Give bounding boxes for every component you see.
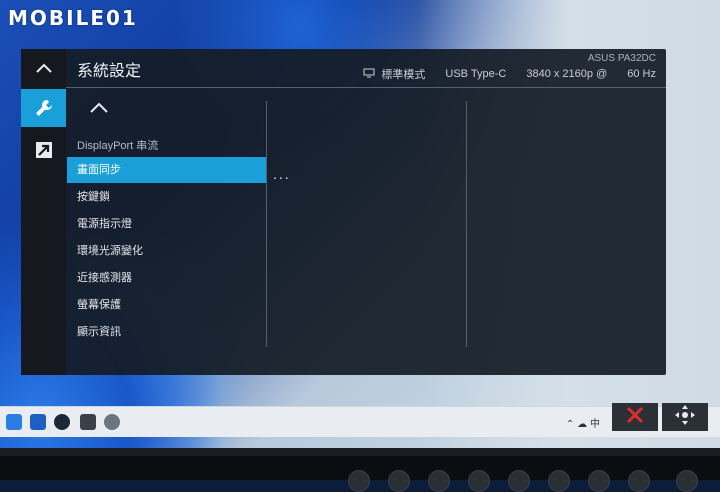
close-button[interactable] [612,403,658,431]
menu-scroll-up-icon[interactable] [89,101,109,119]
divider-vertical-2 [466,101,467,347]
menu-item-display-info[interactable]: 顯示資訊 [67,319,266,345]
hardware-button-4[interactable] [468,470,490,492]
rail-system-setup-button[interactable] [21,89,66,127]
osd-title: 系統設定 [77,63,142,80]
resolution: 3840 x 2160p @ [526,68,608,80]
wrench-icon [34,98,54,118]
app-icon-1[interactable] [30,414,46,430]
section-label: DisplayPort 串流 [77,140,159,152]
monitor-model: ASUS PA32DC [587,53,656,64]
rail-shortcut-button[interactable] [21,131,66,169]
steam-icon[interactable] [54,414,70,430]
navigate-button[interactable] [662,403,708,431]
start-icon[interactable] [6,414,22,430]
tray-arrow-icon[interactable]: ⌃ [566,419,574,430]
app-icon-3[interactable] [80,414,96,430]
watermark-logo: MOBILE01 [8,6,138,30]
preset-mode: 標準模式 [363,66,425,82]
hardware-button-2[interactable] [388,470,410,492]
menu-item-screen-saver[interactable]: 螢幕保護 [67,292,266,318]
rail-up-button[interactable] [21,49,66,87]
divider-horizontal [66,87,666,88]
refresh-rate: 60 Hz [627,68,656,80]
close-icon [625,405,645,430]
hardware-button-8[interactable] [628,470,650,492]
monitor-icon [363,68,375,81]
system-tray: ⌃ ☁ 中 [566,415,600,430]
hardware-button-5[interactable] [508,470,530,492]
arrow-diagonal-icon [35,141,53,159]
menu-item-ambient-light[interactable]: 環境光源變化 [67,238,266,264]
divider-vertical-1 [266,101,267,347]
hardware-button-1[interactable] [348,470,370,492]
cloud-icon[interactable]: ☁ [577,419,587,430]
osd-left-rail [21,49,66,375]
hardware-button-6[interactable] [548,470,570,492]
gear-icon[interactable] [104,414,120,430]
menu-item-proximity-sensor[interactable]: 近接感測器 [67,265,266,291]
hardware-button-3[interactable] [428,470,450,492]
osd-status: ASUS PA32DC 標準模式 USB Type-C 3840 x 2160p… [363,53,656,82]
menu-item-screen-sync[interactable]: 畫面同步 [67,157,266,183]
hardware-button-7[interactable] [588,470,610,492]
menu-item-power-indicator[interactable]: 電源指示燈 [67,211,266,237]
preset-mode-label: 標準模式 [381,69,426,81]
input-source: USB Type-C [445,68,507,80]
submenu-indicator: ... [273,166,291,182]
menu-item-key-lock[interactable]: 按鍵鎖 [67,184,266,210]
navigate-icon [674,404,696,431]
osd-menu: 系統設定 ASUS PA32DC 標準模式 USB Type-C 3840 x … [21,49,666,375]
chevron-up-icon [35,62,53,74]
hardware-button-9[interactable] [676,470,698,492]
ime-indicator[interactable]: 中 [590,419,600,430]
